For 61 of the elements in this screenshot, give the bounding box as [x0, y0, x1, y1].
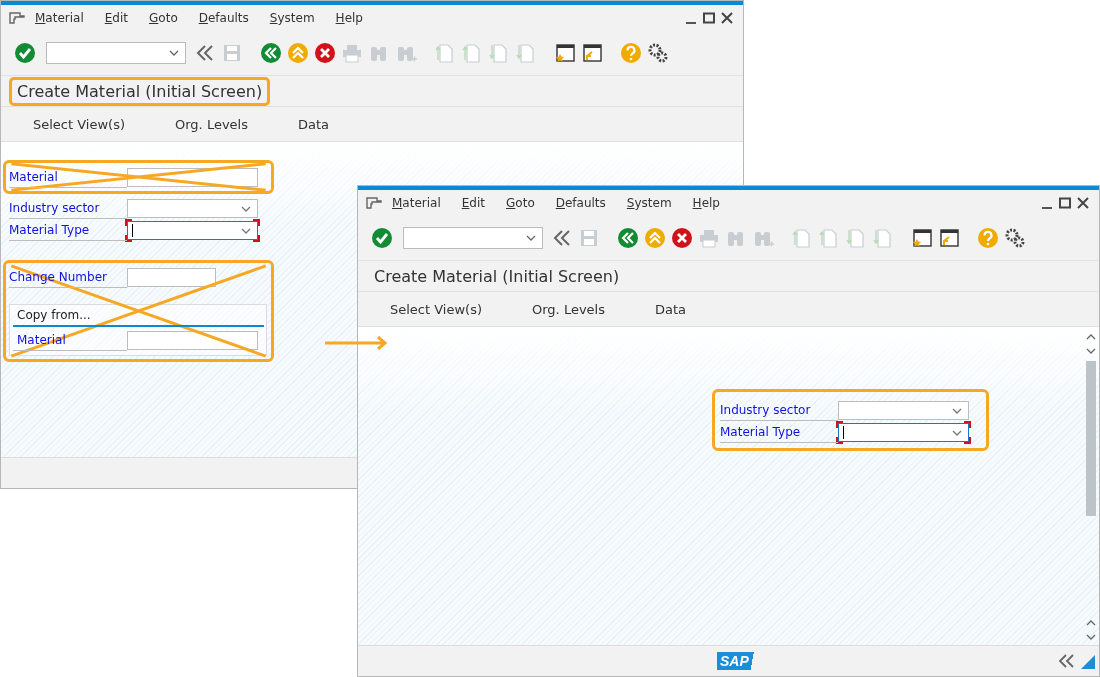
resize-grip-icon[interactable]	[1081, 655, 1095, 669]
menu-item[interactable]: Edit	[461, 196, 485, 210]
menu-item[interactable]: System	[269, 11, 315, 25]
menu-icon[interactable]	[366, 197, 382, 209]
menu-item[interactable]: Help	[692, 196, 720, 210]
scroll-up-icon[interactable]	[1086, 333, 1096, 341]
screen-title: Create Material (Initial Screen)	[9, 76, 271, 106]
scroll-up-icon[interactable]	[1086, 619, 1096, 627]
toolbar-button[interactable]: Org. Levels	[522, 297, 615, 321]
menu-item[interactable]: Defaults	[555, 196, 606, 210]
gears-icon[interactable]	[1004, 227, 1026, 249]
toolbar-button[interactable]: Select View(s)	[380, 297, 492, 321]
field-label: Material	[9, 166, 127, 188]
close-icon[interactable]	[721, 12, 733, 24]
check-icon[interactable]	[371, 227, 393, 249]
shortcut-icon[interactable]	[581, 42, 603, 64]
dropdown-field[interactable]	[127, 198, 258, 218]
new-window-icon[interactable]	[554, 42, 576, 64]
cancel-icon[interactable]	[671, 227, 693, 249]
new-window-icon[interactable]	[911, 227, 933, 249]
dropdown-caret-icon[interactable]	[526, 235, 536, 241]
double-chevron-icon[interactable]	[1057, 653, 1077, 669]
input-field[interactable]	[127, 330, 258, 350]
menu-item[interactable]: Material	[392, 196, 441, 210]
scroll-down-icon[interactable]	[1086, 347, 1096, 355]
command-field[interactable]	[46, 42, 186, 64]
dropdown-caret-icon[interactable]	[952, 407, 962, 414]
menu-item[interactable]: System	[626, 196, 672, 210]
group-title: Copy from...	[13, 306, 264, 327]
maximize-icon[interactable]	[1059, 197, 1071, 209]
menu-item[interactable]: Goto	[506, 196, 535, 210]
menu-item[interactable]: Edit	[104, 11, 128, 25]
back-icon[interactable]	[260, 42, 282, 64]
menu-icon[interactable]	[9, 12, 25, 24]
dropdown-field[interactable]	[838, 400, 969, 420]
dropdown-caret-icon[interactable]	[952, 429, 962, 436]
close-icon[interactable]	[1077, 197, 1089, 209]
shortcut-icon[interactable]	[938, 227, 960, 249]
menu-item[interactable]: Defaults	[198, 11, 249, 25]
dropdown-caret-icon[interactable]	[241, 205, 251, 212]
scroll-thumb[interactable]	[1086, 361, 1096, 516]
dropdown-caret-icon[interactable]	[241, 227, 251, 234]
dropdown-field[interactable]	[838, 422, 969, 442]
toolbar-button[interactable]: Select View(s)	[23, 112, 135, 136]
maximize-icon[interactable]	[703, 12, 715, 24]
menu-item[interactable]: Goto	[149, 11, 178, 25]
back-icon[interactable]	[617, 227, 639, 249]
gears-icon[interactable]	[647, 42, 669, 64]
screen-title: Create Material (Initial Screen)	[373, 265, 621, 288]
toolbar-button[interactable]: Org. Levels	[165, 112, 258, 136]
toolbar-button[interactable]: Data	[645, 297, 697, 321]
menu-item[interactable]: Material	[35, 11, 84, 25]
cancel-icon[interactable]	[314, 42, 336, 64]
dropdown-field[interactable]	[127, 220, 258, 240]
input-field[interactable]	[127, 267, 216, 287]
command-field[interactable]	[403, 227, 543, 249]
dropdown-caret-icon[interactable]	[169, 50, 179, 56]
check-icon[interactable]	[14, 42, 36, 64]
scroll-down-icon[interactable]	[1086, 633, 1096, 641]
toolbar-button[interactable]: Data	[288, 112, 340, 136]
menu-item[interactable]: Help	[335, 11, 363, 25]
